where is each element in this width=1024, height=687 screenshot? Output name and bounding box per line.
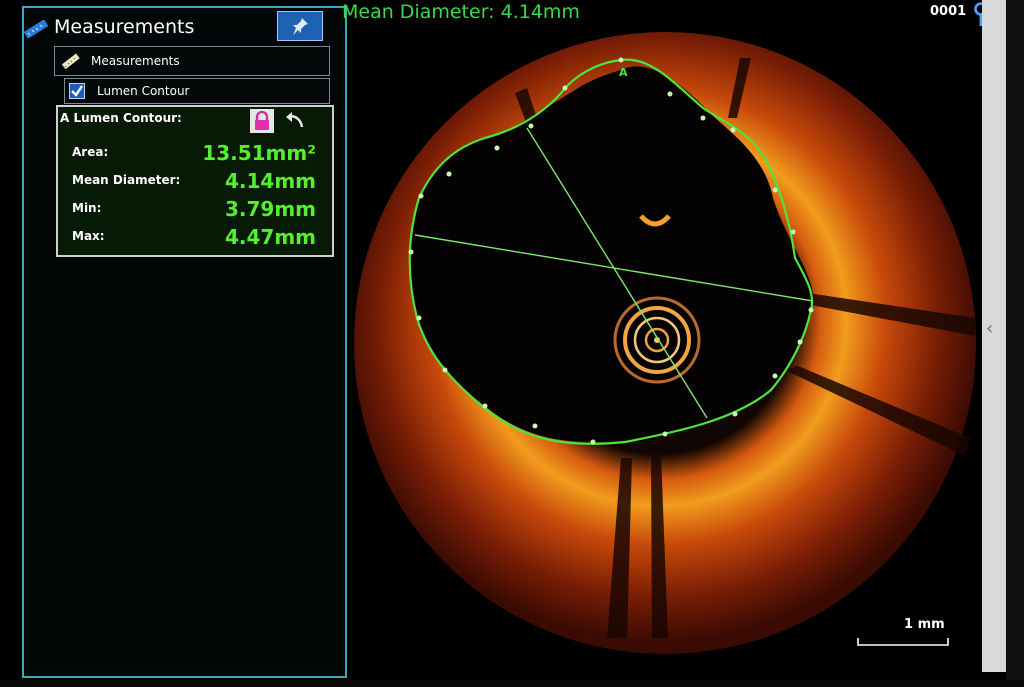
panel-title: Measurements <box>54 16 195 38</box>
undo-icon <box>286 112 304 128</box>
checkbox-icon <box>71 85 83 97</box>
pin-button[interactable] <box>277 11 323 41</box>
chevron-left-icon[interactable]: ‹ <box>986 318 993 339</box>
ruler-icon <box>61 53 80 70</box>
lumen-contour-label: Lumen Contour <box>97 84 190 98</box>
lock-icon <box>255 111 269 130</box>
lumen-contour-item[interactable]: Lumen Contour <box>64 78 330 104</box>
ruler-icon <box>23 20 49 38</box>
area-label: Area: <box>72 145 109 159</box>
monitor-bezel <box>1006 0 1024 687</box>
max-value: 4.47mm <box>224 225 316 249</box>
pin-icon <box>293 18 308 35</box>
max-label: Max: <box>72 229 105 243</box>
result-title: A Lumen Contour: <box>60 111 182 125</box>
lumen-contour-result: A Lumen Contour: Area: 13.51mm² Mean Dia… <box>56 105 334 257</box>
mean-diameter-label: Mean Diameter: <box>72 173 181 187</box>
lock-button[interactable] <box>250 109 274 133</box>
scale-label: 1 mm <box>904 617 945 632</box>
measurement-panel: Measurements Measurements Lumen Contour … <box>22 6 347 678</box>
undo-button[interactable] <box>282 109 308 133</box>
side-strip[interactable]: ‹ <box>982 0 1006 672</box>
lumen-contour-checkbox[interactable] <box>69 83 85 99</box>
contour-label: A <box>619 66 628 79</box>
frame-number: 0001 <box>930 4 967 19</box>
min-value: 3.79mm <box>224 197 316 221</box>
area-value: 13.51mm² <box>202 141 316 165</box>
measurements-item[interactable]: Measurements <box>54 46 330 76</box>
mean-diameter-value: 4.14mm <box>224 169 316 193</box>
measurements-item-label: Measurements <box>91 54 180 68</box>
panel-header: Measurements <box>23 8 345 48</box>
scale-bar <box>857 638 949 646</box>
oct-image: A <box>354 32 976 654</box>
bottom-bezel <box>0 680 1024 687</box>
min-label: Min: <box>72 201 102 215</box>
